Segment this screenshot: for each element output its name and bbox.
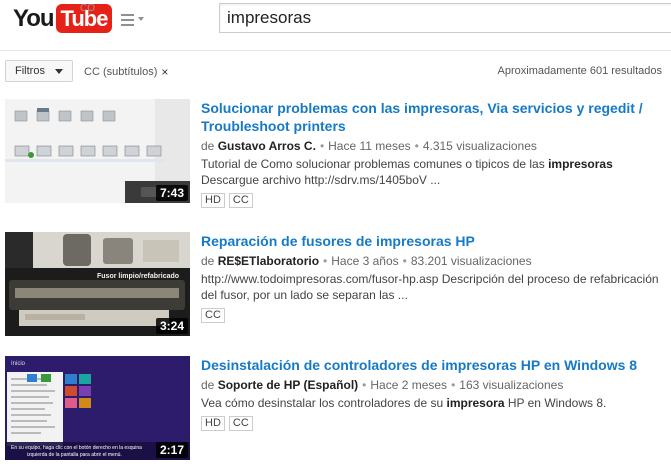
- upload-age: Hace 2 meses: [370, 378, 448, 392]
- badge-row: HD CC: [201, 193, 661, 208]
- logo-region: CO: [80, 3, 95, 14]
- channel-link[interactable]: Soporte de HP (Español): [218, 378, 358, 392]
- video-thumbnail[interactable]: Inicio En su equipo, haga clic con el bo…: [5, 356, 190, 460]
- header-divider: [0, 50, 671, 51]
- highlighted-term: impresoras: [548, 157, 613, 171]
- video-thumbnail[interactable]: 7:43: [5, 99, 190, 203]
- result-info: Solucionar problemas con las impresoras,…: [201, 99, 661, 208]
- upload-age: Hace 11 meses: [328, 139, 411, 153]
- video-description: Vea cómo desinstalar los controladores d…: [201, 396, 607, 410]
- video-thumbnail[interactable]: Fusor limpio/refabricado 3:24: [5, 232, 190, 336]
- chevron-down-icon: [54, 68, 63, 74]
- video-meta: de Soporte de HP (Español) • Hace 2 meses •…: [201, 378, 564, 392]
- filters-label: Filtros: [15, 65, 45, 77]
- filters-button[interactable]: Filtros: [5, 60, 73, 82]
- video-meta: de RE$ETlaboratorio • Hace 3 años • 83.201 v…: [201, 254, 532, 268]
- results-count: Aproximadamente 601 resultados: [497, 65, 662, 77]
- thumbnail-heading: Inicio: [11, 361, 26, 367]
- search-box[interactable]: [219, 3, 671, 33]
- video-duration: 7:43: [155, 185, 188, 201]
- cc-badge: CC: [228, 416, 253, 431]
- channel-link[interactable]: RE$ETlaboratorio: [218, 254, 319, 268]
- close-icon[interactable]: ×: [161, 65, 168, 79]
- badge-row: CC: [201, 308, 661, 323]
- active-filter-chip: CC (subtítulos) ×: [84, 65, 168, 79]
- view-count: 4.315 visualizaciones: [422, 139, 537, 153]
- youtube-logo[interactable]: You Tube: [13, 4, 113, 34]
- thumbnail-caption-line1: En su equipo, haga clic con el botón der…: [11, 445, 142, 451]
- result-info: Reparación de fusores de impresoras HP d…: [201, 232, 661, 323]
- logo-you: You: [13, 5, 55, 32]
- highlighted-term: impresora: [446, 396, 505, 410]
- result-info: Desinstalación de controladores de impre…: [201, 356, 661, 431]
- video-duration: 2:17: [155, 442, 188, 458]
- guide-menu-button[interactable]: [121, 12, 147, 28]
- cc-badge: CC: [201, 308, 225, 323]
- video-title-link[interactable]: Reparación de fusores de impresoras HP: [201, 232, 661, 250]
- search-input[interactable]: [220, 4, 671, 32]
- hd-badge: HD: [201, 193, 225, 208]
- active-filter-label: CC (subtítulos): [84, 66, 158, 78]
- view-count: 163 visualizaciones: [459, 378, 564, 392]
- cc-badge: CC: [228, 193, 253, 208]
- video-title-link[interactable]: Solucionar problemas con las impresoras,…: [201, 99, 661, 135]
- upload-age: Hace 3 años: [331, 254, 399, 268]
- video-description: Tutorial de Como solucionar problemas co…: [201, 157, 613, 187]
- video-meta: de Gustavo Arros C. • Hace 11 meses • 4.315 …: [201, 139, 537, 153]
- channel-link[interactable]: Gustavo Arros C.: [218, 139, 316, 153]
- chevron-down-icon: [138, 17, 144, 21]
- video-duration: 3:24: [155, 318, 188, 334]
- view-count: 83.201 visualizaciones: [410, 254, 532, 268]
- masthead: You Tube CO: [0, 0, 671, 41]
- thumbnail-caption: Fusor limpio/refabricado: [97, 273, 179, 280]
- video-title-link[interactable]: Desinstalación de controladores de impre…: [201, 356, 661, 374]
- badge-row: HD CC: [201, 416, 661, 431]
- hd-badge: HD: [201, 416, 225, 431]
- video-description: http://www.todoimpresoras.com/fusor-hp.a…: [201, 272, 659, 302]
- thumbnail-caption-line2: izquierda de la pantalla para abrir el m…: [27, 452, 122, 458]
